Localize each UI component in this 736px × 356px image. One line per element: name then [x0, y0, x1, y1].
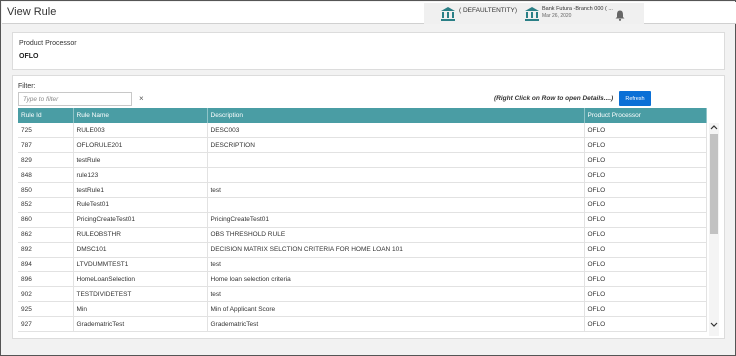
- window-title: View Rule: [7, 6, 57, 18]
- description-cell: OBS THRESHOLD RULE: [207, 227, 585, 243]
- column-header-description[interactable]: Description: [207, 108, 585, 123]
- rule-id-cell: 860: [18, 212, 74, 228]
- product-processor-cell: OFLO: [584, 182, 707, 198]
- rule-id-cell: 892: [18, 242, 74, 258]
- right-click-hint: (Right Click on Row to open Details....): [494, 95, 614, 102]
- rule-id-cell: 829: [18, 152, 74, 169]
- rule-id-cell: 850: [18, 182, 74, 198]
- product-processor-cell: OFLO: [584, 197, 707, 213]
- branch-date: Mar 26, 2020: [542, 13, 572, 19]
- table-row[interactable]: 892 DMSC101 DECISION MATRIX SELCTION CRITE…: [18, 242, 707, 258]
- rule-name-cell: testRule: [73, 152, 208, 169]
- description-cell: test: [207, 182, 585, 198]
- table-row[interactable]: 787 OFLORULE201 DESCRIPTION OFLO: [18, 137, 707, 154]
- table-row[interactable]: 829 testRule OFLO: [18, 152, 707, 169]
- chevron-up-icon[interactable]: [710, 124, 718, 132]
- rule-id-cell: 902: [18, 286, 74, 303]
- description-cell: [207, 152, 585, 169]
- chevron-down-icon[interactable]: [710, 322, 718, 330]
- scrollbar-thumb[interactable]: [710, 134, 718, 234]
- description-cell: Home loan selection criteria: [207, 271, 585, 288]
- table-row[interactable]: 848 rule123 OFLO: [18, 167, 707, 184]
- table-row[interactable]: 896 HomeLoanSelection Home loan selection …: [18, 271, 707, 288]
- entity-label[interactable]: ( DEFAULTENTITY): [459, 7, 517, 14]
- table-row[interactable]: 725 RULE003 DESC003 OFLO: [18, 123, 707, 139]
- description-cell: DESC003: [207, 123, 585, 139]
- product-processor-label: Product Processor: [19, 40, 77, 47]
- column-header-rule-id[interactable]: Rule Id: [18, 108, 74, 123]
- product-processor-cell: OFLO: [584, 257, 707, 273]
- rule-name-cell: RuleTest01: [73, 197, 208, 213]
- description-cell: DECISION MATRIX SELCTION CRITERIA FOR HO…: [207, 242, 585, 258]
- product-processor-cell: OFLO: [584, 271, 707, 288]
- product-processor-cell: OFLO: [584, 212, 707, 228]
- description-cell: DESCRIPTION: [207, 137, 585, 154]
- rule-name-cell: LTVDUMMTEST1: [73, 257, 208, 273]
- product-processor-cell: OFLO: [584, 316, 707, 332]
- product-processor-cell: OFLO: [584, 123, 707, 139]
- rule-name-cell: GradematricTest: [73, 316, 208, 332]
- table-header-row: Rule Id Rule Name Description Product Pr…: [18, 108, 707, 123]
- rule-id-cell: 927: [18, 316, 74, 332]
- description-cell: test: [207, 286, 585, 303]
- header-context-area: ( DEFAULTENTITY) Bank Futura -Branch 000…: [424, 3, 644, 24]
- rule-id-cell: 925: [18, 301, 74, 318]
- rule-id-cell: 848: [18, 167, 74, 184]
- table-row[interactable]: 894 LTVDUMMTEST1 test OFLO: [18, 257, 707, 273]
- rule-id-cell: 852: [18, 197, 74, 213]
- bank-building-icon[interactable]: [525, 7, 539, 21]
- product-processor-card: Product Processor OFLO: [12, 32, 725, 70]
- rule-id-cell: 787: [18, 137, 74, 154]
- rule-name-cell: rule123: [73, 167, 208, 184]
- product-processor-cell: OFLO: [584, 167, 707, 184]
- rule-id-cell: 862: [18, 227, 74, 243]
- clear-filter-icon[interactable]: ×: [139, 94, 144, 103]
- table-row[interactable]: 852 RuleTest01 OFLO: [18, 197, 707, 213]
- description-cell: test: [207, 257, 585, 273]
- rule-name-cell: testRule1: [73, 182, 208, 198]
- title-bar: View Rule ( DEFAULTENTITY) Bank Futura -…: [2, 2, 736, 24]
- product-processor-cell: OFLO: [584, 242, 707, 258]
- refresh-button[interactable]: Refresh: [619, 91, 651, 106]
- description-cell: GradematricTest: [207, 316, 585, 332]
- rule-id-cell: 725: [18, 123, 74, 139]
- rules-grid-card: Filter: × (Right Click on Row to open De…: [12, 75, 725, 339]
- branch-name[interactable]: Bank Futura -Branch 000 ( ...: [542, 6, 613, 12]
- rule-name-cell: PricingCreateTest01: [73, 212, 208, 228]
- column-header-rule-name[interactable]: Rule Name: [73, 108, 208, 123]
- table-scrollbar[interactable]: [709, 123, 719, 336]
- table-row[interactable]: 862 RULEOBSTHR OBS THRESHOLD RULE OFLO: [18, 227, 707, 243]
- product-processor-value: OFLO: [19, 53, 39, 60]
- description-cell: PricingCreateTest01: [207, 212, 585, 228]
- product-processor-cell: OFLO: [584, 152, 707, 169]
- table-row[interactable]: 860 PricingCreateTest01 PricingCreateTest0…: [18, 212, 707, 228]
- product-processor-cell: OFLO: [584, 301, 707, 318]
- rule-id-cell: 894: [18, 257, 74, 273]
- bell-icon[interactable]: [615, 8, 625, 26]
- rules-table: Rule Id Rule Name Description Product Pr…: [18, 108, 709, 334]
- window-frame: View Rule ( DEFAULTENTITY) Bank Futura -…: [0, 0, 736, 356]
- rule-name-cell: Min: [73, 301, 208, 318]
- table-row[interactable]: 927 GradematricTest GradematricTest OFLO: [18, 316, 707, 332]
- product-processor-cell: OFLO: [584, 286, 707, 303]
- product-processor-cell: OFLO: [584, 227, 707, 243]
- table-row[interactable]: 902 TESTDIVIDETEST test OFLO: [18, 286, 707, 303]
- table-row[interactable]: 850 testRule1 test OFLO: [18, 182, 707, 198]
- column-header-product-processor[interactable]: Product Processor: [584, 108, 707, 123]
- filter-input[interactable]: [18, 92, 132, 106]
- rule-id-cell: 896: [18, 271, 74, 288]
- rule-name-cell: RULEOBSTHR: [73, 227, 208, 243]
- bank-building-icon[interactable]: [441, 7, 455, 21]
- rule-name-cell: DMSC101: [73, 242, 208, 258]
- product-processor-cell: OFLO: [584, 137, 707, 154]
- table-row[interactable]: 925 Min Min of Applicant Score OFLO: [18, 301, 707, 318]
- description-cell: [207, 167, 585, 184]
- filter-label: Filter:: [18, 83, 36, 90]
- rule-name-cell: OFLORULE201: [73, 137, 208, 154]
- rule-name-cell: RULE003: [73, 123, 208, 139]
- description-cell: [207, 197, 585, 213]
- rule-name-cell: HomeLoanSelection: [73, 271, 208, 288]
- description-cell: Min of Applicant Score: [207, 301, 585, 318]
- rule-name-cell: TESTDIVIDETEST: [73, 286, 208, 303]
